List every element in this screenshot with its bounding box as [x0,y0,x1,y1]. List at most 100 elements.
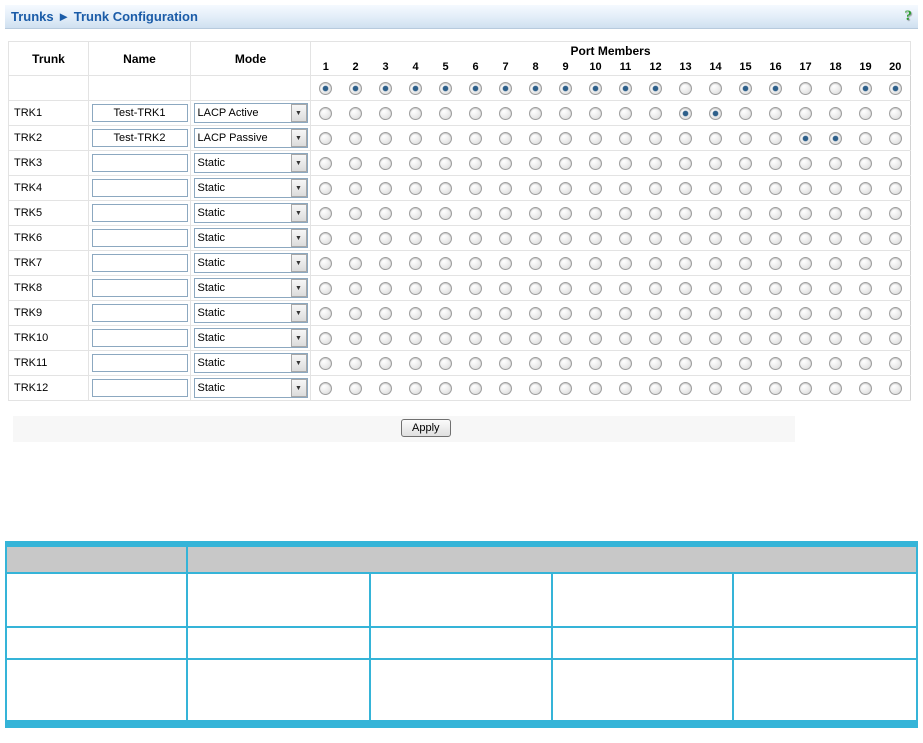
port-radio-trk11-5[interactable] [439,356,452,370]
port-radio-trk10-10[interactable] [589,331,602,345]
port-radio-trk10-1[interactable] [319,331,333,345]
port-radio-trk8-9[interactable] [559,281,572,295]
port-radio-trk6-6[interactable] [469,231,482,245]
port-radio-trk4-10[interactable] [589,181,602,195]
port-radio-trk9-18[interactable] [829,306,842,320]
port-radio-none-4[interactable] [409,81,422,95]
port-radio-trk12-3[interactable] [379,381,392,395]
port-radio-trk1-15[interactable] [739,106,752,120]
port-radio-trk12-12[interactable] [649,381,662,395]
port-radio-trk8-19[interactable] [859,281,872,295]
port-radio-trk5-9[interactable] [559,206,572,220]
port-radio-trk1-18[interactable] [829,106,842,120]
port-radio-trk2-19[interactable] [859,131,872,145]
port-radio-trk2-13[interactable] [679,131,692,145]
port-radio-trk10-8[interactable] [529,331,542,345]
port-radio-trk10-16[interactable] [769,331,782,345]
port-radio-trk5-16[interactable] [769,206,782,220]
trunk-mode-select-trk9[interactable]: Static [193,303,308,323]
port-radio-trk5-17[interactable] [799,206,812,220]
port-radio-trk5-2[interactable] [349,206,362,220]
port-radio-trk6-9[interactable] [559,231,572,245]
port-radio-trk4-13[interactable] [679,181,692,195]
port-radio-trk1-20[interactable] [888,106,902,120]
trunk-name-input-trk6[interactable] [91,229,188,247]
port-radio-trk4-17[interactable] [799,181,812,195]
port-radio-trk5-3[interactable] [379,206,392,220]
port-radio-trk4-11[interactable] [619,181,632,195]
port-radio-trk9-15[interactable] [739,306,752,320]
port-radio-trk1-19[interactable] [859,106,872,120]
port-radio-trk11-19[interactable] [859,356,872,370]
port-radio-trk4-19[interactable] [859,181,872,195]
port-radio-none-9[interactable] [559,81,572,95]
port-radio-trk6-12[interactable] [649,231,662,245]
trunk-mode-select-trk4[interactable]: Static [193,178,308,198]
port-radio-trk11-11[interactable] [619,356,632,370]
port-radio-trk11-3[interactable] [379,356,392,370]
trunk-name-input-trk1[interactable] [91,104,188,122]
port-radio-trk10-2[interactable] [349,331,362,345]
port-radio-trk7-17[interactable] [799,256,812,270]
port-radio-trk1-13[interactable] [679,106,692,120]
port-radio-trk5-7[interactable] [499,206,512,220]
port-radio-trk7-7[interactable] [499,256,512,270]
port-radio-none-16[interactable] [769,81,782,95]
trunk-mode-select-trk11[interactable]: Static [193,353,308,373]
port-radio-trk3-11[interactable] [619,156,632,170]
port-radio-none-13[interactable] [679,81,692,95]
port-radio-trk5-11[interactable] [619,206,632,220]
apply-button[interactable]: Apply [401,419,451,437]
port-radio-trk2-1[interactable] [319,131,333,145]
port-radio-trk11-14[interactable] [709,356,722,370]
port-radio-trk9-11[interactable] [619,306,632,320]
trunk-mode-select-trk12[interactable]: Static [193,378,308,398]
trunk-mode-select-trk1[interactable]: LACP Active [193,103,308,123]
port-radio-trk2-4[interactable] [409,131,422,145]
port-radio-trk7-9[interactable] [559,256,572,270]
port-radio-trk5-6[interactable] [469,206,482,220]
port-radio-trk1-17[interactable] [799,106,812,120]
port-radio-none-6[interactable] [469,81,482,95]
port-radio-trk5-10[interactable] [589,206,602,220]
port-radio-trk8-20[interactable] [888,281,902,295]
port-radio-trk1-14[interactable] [709,106,722,120]
port-radio-trk9-3[interactable] [379,306,392,320]
port-radio-trk12-13[interactable] [679,381,692,395]
port-radio-trk7-10[interactable] [589,256,602,270]
port-radio-trk3-20[interactable] [888,156,902,170]
port-radio-trk3-16[interactable] [769,156,782,170]
port-radio-trk2-17[interactable] [799,131,812,145]
port-radio-trk12-5[interactable] [439,381,452,395]
port-radio-trk8-13[interactable] [679,281,692,295]
port-radio-trk8-15[interactable] [739,281,752,295]
port-radio-trk2-14[interactable] [709,131,722,145]
port-radio-trk10-5[interactable] [439,331,452,345]
port-radio-trk10-6[interactable] [469,331,482,345]
port-radio-trk4-6[interactable] [469,181,482,195]
port-radio-trk4-18[interactable] [829,181,842,195]
port-radio-trk7-8[interactable] [529,256,542,270]
port-radio-trk8-3[interactable] [379,281,392,295]
port-radio-trk5-14[interactable] [709,206,722,220]
port-radio-trk7-4[interactable] [409,256,422,270]
port-radio-trk9-17[interactable] [799,306,812,320]
port-radio-none-15[interactable] [739,81,752,95]
port-radio-trk11-12[interactable] [649,356,662,370]
port-radio-trk5-1[interactable] [319,206,333,220]
port-radio-none-10[interactable] [589,81,602,95]
port-radio-trk7-16[interactable] [769,256,782,270]
port-radio-trk4-16[interactable] [769,181,782,195]
trunk-mode-select-trk5[interactable]: Static [193,203,308,223]
port-radio-trk10-9[interactable] [559,331,572,345]
port-radio-trk10-15[interactable] [739,331,752,345]
port-radio-trk9-8[interactable] [529,306,542,320]
port-radio-trk1-5[interactable] [439,106,452,120]
port-radio-trk6-4[interactable] [409,231,422,245]
port-radio-trk2-12[interactable] [649,131,662,145]
port-radio-trk7-3[interactable] [379,256,392,270]
trunk-name-input-trk11[interactable] [91,354,188,372]
port-radio-none-12[interactable] [649,81,662,95]
port-radio-trk7-5[interactable] [439,256,452,270]
port-radio-trk10-13[interactable] [679,331,692,345]
